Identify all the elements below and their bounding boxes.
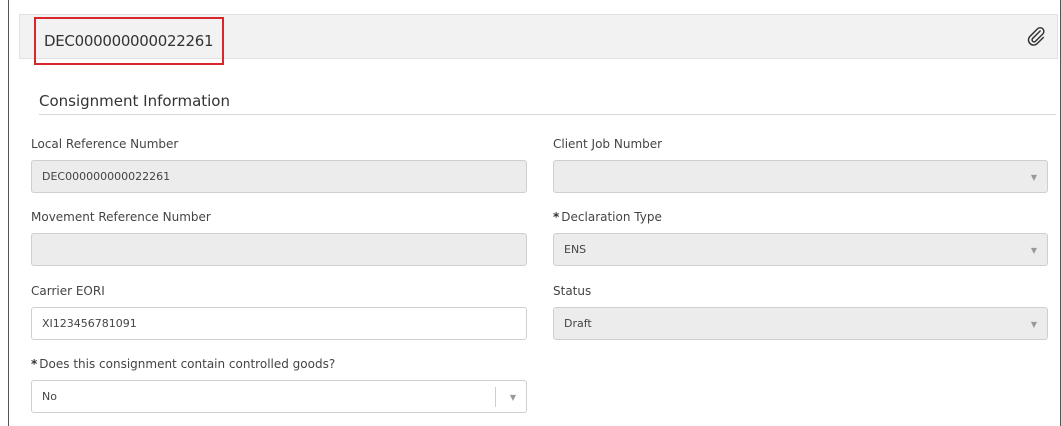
select-divider [495, 387, 496, 407]
mrn-field[interactable] [31, 233, 527, 266]
chevron-down-icon: ▼ [509, 393, 516, 402]
required-marker: * [31, 357, 38, 371]
controlled-goods-select[interactable]: No ▼ [31, 380, 527, 413]
chevron-down-icon: ▼ [1030, 320, 1037, 329]
client-job-select[interactable]: ▼ [553, 160, 1048, 193]
status-value: Draft [564, 317, 592, 330]
carrier-eori-value: XI123456781091 [42, 317, 137, 330]
declaration-type-label: * Declaration Type [553, 210, 662, 224]
status-label: Status [553, 284, 592, 298]
declaration-type-value: ENS [564, 243, 587, 256]
controlled-goods-label: * Does this consignment contain controlle… [31, 357, 335, 371]
required-marker: * [553, 210, 560, 224]
lrn-field[interactable]: DEC000000000022261 [31, 160, 527, 193]
declaration-type-select[interactable]: ENS ▼ [553, 233, 1048, 266]
record-header: DEC000000000022261 [19, 14, 1058, 65]
lrn-label: Local Reference Number [31, 137, 179, 151]
status-select[interactable]: Draft ▼ [553, 307, 1048, 340]
paperclip-icon[interactable] [1025, 25, 1047, 47]
consignment-panel: DEC000000000022261 Consignment Informati… [8, 0, 1061, 426]
section-divider [39, 114, 1056, 115]
record-title: DEC000000000022261 [34, 17, 224, 65]
lrn-value: DEC000000000022261 [42, 170, 171, 183]
carrier-eori-input[interactable]: XI123456781091 [31, 307, 527, 340]
mrn-label: Movement Reference Number [31, 210, 211, 224]
section-title: Consignment Information [39, 92, 230, 110]
chevron-down-icon: ▼ [1030, 246, 1037, 255]
controlled-goods-label-text: Does this consignment contain controlled… [39, 357, 336, 371]
carrier-eori-label: Carrier EORI [31, 284, 105, 298]
declaration-type-label-text: Declaration Type [561, 210, 662, 224]
chevron-down-icon: ▼ [1030, 173, 1037, 182]
client-job-label: Client Job Number [553, 137, 663, 151]
controlled-goods-value: No [42, 390, 57, 403]
